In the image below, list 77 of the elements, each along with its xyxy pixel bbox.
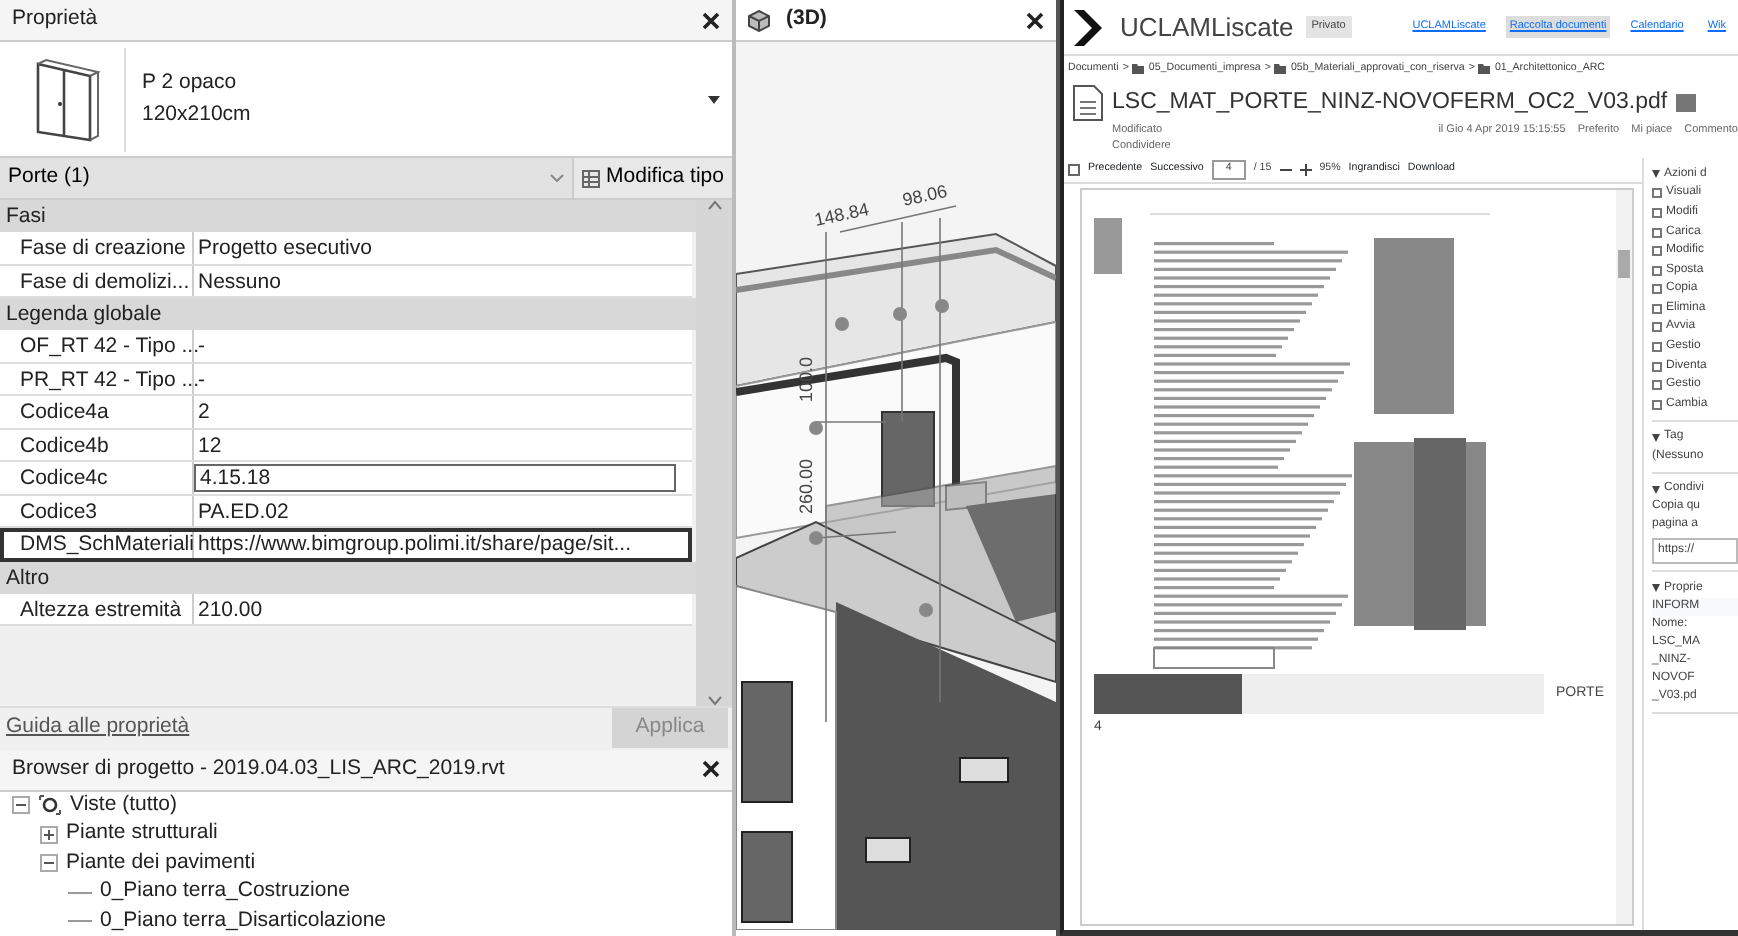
tree-item[interactable]: 0_Piano terra_Costruzione: [100, 876, 350, 909]
property-value: 210.00: [196, 595, 265, 624]
property-value: PA.ED.02: [196, 497, 291, 526]
property-row[interactable]: Codice3 PA.ED.02: [0, 495, 692, 528]
collapse-icon[interactable]: [12, 796, 30, 815]
group-header[interactable]: Legenda globale: [0, 298, 696, 330]
document-icon: [1072, 83, 1104, 122]
folder-icon: [1478, 64, 1491, 75]
help-link[interactable]: Guida alle proprietà: [0, 712, 190, 744]
chevron-icon: [550, 174, 565, 182]
category-dropdown[interactable]: Porte (1): [0, 158, 573, 198]
dimension-label: 98.06: [900, 181, 949, 210]
site-name[interactable]: UCLAMLiscate: [1120, 7, 1294, 47]
close-icon[interactable]: [702, 760, 720, 778]
close-icon[interactable]: [1026, 11, 1044, 29]
expand-icon[interactable]: [40, 825, 58, 844]
scrollbar[interactable]: [1616, 190, 1632, 924]
property-value: 2: [196, 398, 212, 427]
type-name: P 2 opaco: [142, 67, 239, 98]
scrollbar[interactable]: [696, 200, 732, 705]
edit-type-button[interactable]: Modifica tipo: [572, 158, 732, 198]
property-label: Fase di creazione: [0, 232, 194, 263]
property-row[interactable]: Altezza estremità 210.00: [0, 593, 692, 626]
property-value: Nessuno: [196, 267, 283, 296]
property-row[interactable]: Codice4a 2: [0, 396, 692, 429]
sidebar-toggle-icon[interactable]: [1068, 164, 1080, 177]
tree-item[interactable]: Piante strutturali: [66, 818, 218, 851]
version-icon: [1675, 93, 1696, 112]
property-label: Fase di demolizi...: [0, 265, 194, 296]
views-icon: [38, 794, 62, 817]
property-value: https://www.bimgroup.polimi.it/share/page/sit...: [196, 530, 634, 559]
dimension-label: 260.00: [796, 458, 816, 514]
property-value: Progetto esecutivo: [196, 234, 374, 263]
property-row[interactable]: OF_RT 42 - Tipo ...-: [0, 330, 692, 363]
property-row[interactable]: Codice4c 4.15.18: [0, 462, 692, 495]
property-label: Codice4c: [0, 462, 194, 493]
panel-title: Browser di progetto - 2019.04.03_LIS_ARC_2019.rvt: [12, 753, 505, 784]
property-row[interactable]: Fase di creazione Progetto esecutivo: [0, 232, 692, 265]
scroll-down-icon[interactable]: [707, 695, 721, 705]
property-row[interactable]: Fase di demolizi... Nessuno: [0, 265, 692, 298]
property-value: 12: [196, 431, 224, 460]
type-size: 120x210cm: [142, 99, 253, 129]
folder-icon: [1132, 64, 1145, 75]
property-label: Codice3: [0, 495, 194, 526]
dimension-label: 148.84: [812, 198, 871, 230]
tree-item[interactable]: 0_Piano terra_Disarticolazione: [100, 905, 386, 936]
value-field[interactable]: 4.15.18: [194, 464, 676, 491]
group-header[interactable]: Fasi: [0, 200, 696, 232]
property-row[interactable]: Codice4b 12: [0, 429, 692, 462]
tree-item[interactable]: Piante dei pavimenti: [66, 847, 256, 880]
property-row[interactable]: DMS_SchMateriali https://www.bimgroup.polimi.it/share/page/sit...: [0, 528, 692, 561]
property-value: -: [198, 365, 207, 394]
group-header[interactable]: Altro: [0, 561, 696, 593]
zoom-out-icon[interactable]: [1279, 164, 1292, 177]
collapse-icon[interactable]: [40, 854, 58, 873]
triangle-icon[interactable]: [1652, 170, 1660, 179]
zoom-in-icon[interactable]: [1299, 164, 1312, 177]
tree-item[interactable]: Viste (tutto): [70, 789, 177, 822]
scroll-up-icon[interactable]: [707, 200, 721, 210]
grid-icon: [582, 169, 601, 187]
property-row[interactable]: PR_RT 42 - Tipo ...-: [0, 363, 692, 396]
property-label: Altezza estremità: [0, 593, 194, 624]
triangle-icon[interactable]: [1652, 433, 1660, 442]
property-label: Codice4a: [0, 396, 194, 427]
panel-title: Proprietà: [12, 4, 98, 35]
property-label: Codice4b: [0, 429, 194, 460]
caret-icon[interactable]: [708, 95, 720, 103]
view-title: (3D): [786, 4, 827, 35]
triangle-icon[interactable]: [1652, 485, 1660, 494]
triangle-icon[interactable]: [1652, 584, 1660, 593]
cube-icon: [748, 9, 770, 31]
property-value: -: [198, 332, 207, 361]
property-label: DMS_SchMateriali: [0, 528, 194, 559]
file-name: LSC_MAT_PORTE_NINZ-NOVOFERM_OC2_V03.pdf: [1112, 87, 1668, 118]
folder-icon: [1274, 64, 1287, 75]
site-logo[interactable]: [1072, 7, 1108, 47]
close-icon[interactable]: [702, 11, 720, 29]
